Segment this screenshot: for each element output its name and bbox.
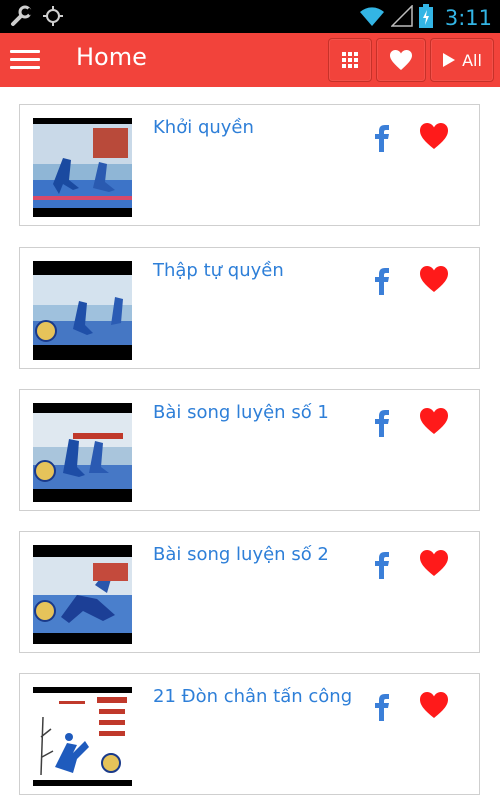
facebook-share-button[interactable]: [370, 266, 394, 296]
item-title[interactable]: 21 Đòn chân tấn công: [153, 686, 352, 707]
item-title[interactable]: Thập tự quyền: [153, 260, 284, 281]
play-icon: [443, 53, 456, 67]
list-item[interactable]: Thập tự quyền: [19, 247, 480, 369]
page-title: Home: [76, 43, 147, 71]
item-title[interactable]: Bài song luyện số 1: [153, 402, 329, 423]
heart-icon: [420, 408, 448, 434]
heart-icon: [420, 123, 448, 149]
facebook-icon: [375, 125, 389, 152]
menu-button[interactable]: [10, 46, 40, 74]
video-thumbnail[interactable]: [33, 403, 132, 502]
favorite-button[interactable]: [418, 406, 450, 438]
facebook-share-button[interactable]: [370, 550, 394, 580]
list-item[interactable]: Bài song luyện số 2: [19, 531, 480, 653]
gps-icon: [42, 5, 64, 31]
signal-icon: [390, 4, 413, 31]
favorites-button[interactable]: [376, 38, 426, 82]
item-title[interactable]: Bài song luyện số 2: [153, 544, 329, 565]
heart-icon: [420, 692, 448, 718]
list-item[interactable]: Bài song luyện số 1: [19, 389, 480, 511]
status-bar: 3:11: [0, 0, 500, 33]
facebook-icon: [375, 552, 389, 579]
facebook-share-button[interactable]: [370, 692, 394, 722]
facebook-icon: [375, 268, 389, 295]
item-title[interactable]: Khởi quyền: [153, 117, 254, 138]
favorite-button[interactable]: [418, 121, 450, 153]
app-bar: Home All: [0, 33, 500, 87]
favorite-button[interactable]: [418, 690, 450, 722]
facebook-share-button[interactable]: [370, 408, 394, 438]
hamburger-icon: [10, 50, 40, 53]
heart-icon: [420, 550, 448, 576]
video-thumbnail[interactable]: [33, 261, 132, 360]
video-thumbnail[interactable]: [33, 118, 132, 217]
list-item[interactable]: 21 Đòn chân tấn công: [19, 673, 480, 795]
video-thumbnail[interactable]: [33, 687, 132, 786]
heart-icon: [420, 266, 448, 292]
video-thumbnail[interactable]: [33, 545, 132, 644]
favorite-button[interactable]: [418, 264, 450, 296]
battery-icon: [418, 4, 433, 32]
wifi-icon: [359, 5, 385, 31]
wrench-icon: [10, 5, 34, 31]
facebook-icon: [375, 410, 389, 437]
heart-icon: [390, 50, 412, 70]
facebook-share-button[interactable]: [370, 123, 394, 153]
play-all-button[interactable]: All: [430, 38, 494, 82]
favorite-button[interactable]: [418, 548, 450, 580]
grid-icon: [342, 52, 358, 68]
grid-view-button[interactable]: [328, 38, 372, 82]
facebook-icon: [375, 694, 389, 721]
list-item[interactable]: Khởi quyền: [19, 104, 480, 226]
play-all-label: All: [462, 50, 482, 70]
clock: 3:11: [444, 6, 492, 30]
